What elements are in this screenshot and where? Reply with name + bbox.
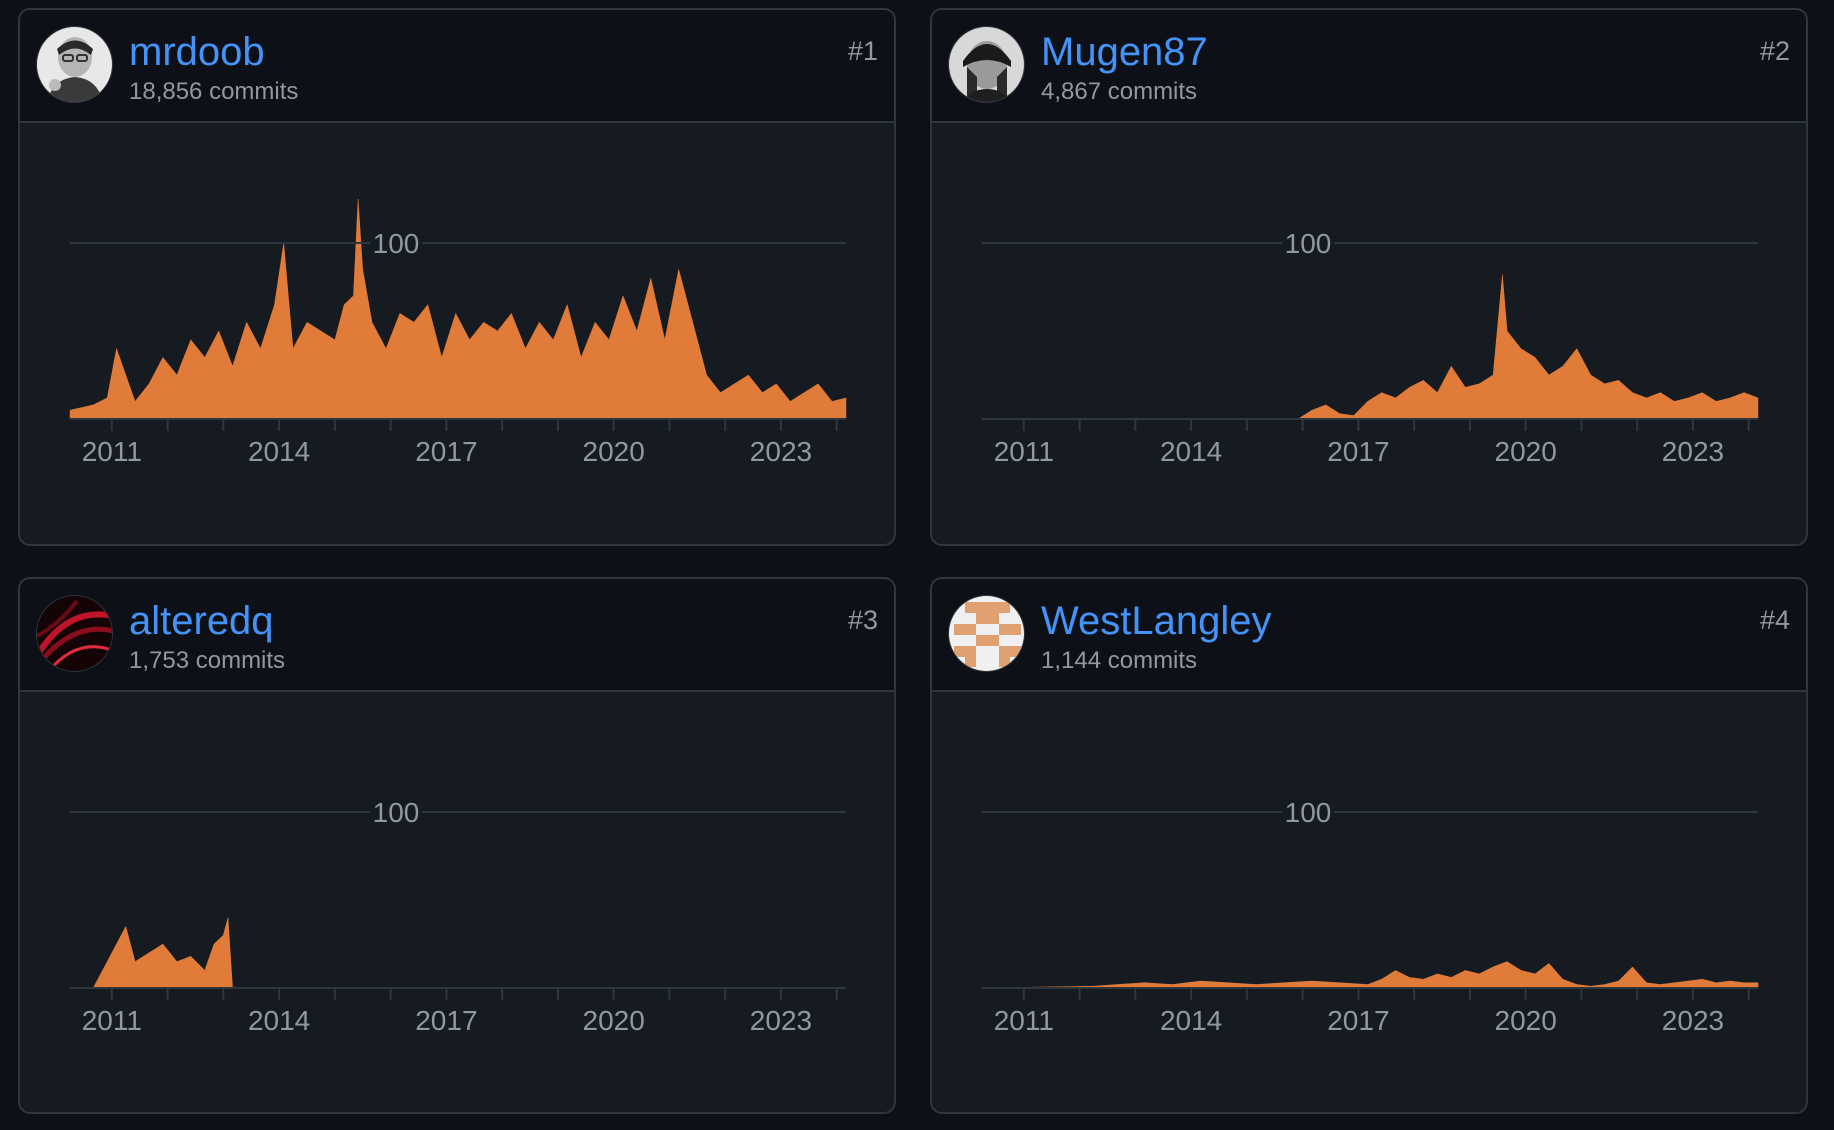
avatar-photo-man-beanie-icon [949,27,1024,102]
avatar[interactable] [36,26,113,103]
x-tick-label: 2011 [994,1005,1054,1036]
x-tick-label: 2017 [415,436,477,467]
commit-activity-chart: 100 2011 2014 2017 2020 2023 [981,796,1759,1036]
x-tick-label: 2017 [1327,1005,1389,1036]
username-link[interactable]: mrdoob [129,28,265,76]
x-tick-label: 2014 [1160,1005,1222,1036]
contributor-card: WestLangley 1,144 commits #4 100 2011 2014… [930,577,1808,1114]
commit-activity-chart: 100 2011 2014 2017 2020 2023 [70,796,846,1036]
x-tick-label: 2011 [994,436,1054,467]
commit-area-series [981,961,1759,989]
contributor-header: alteredq 1,753 commits #3 [20,579,894,692]
rank-label: #3 [847,605,878,635]
avatar-photo-man-glasses-icon [37,27,112,102]
x-tick-label: 2020 [583,1005,645,1036]
contributor-card: alteredq 1,753 commits #3 100 2011 2014 201… [18,577,896,1114]
avatar[interactable] [948,595,1025,672]
x-tick-label: 2023 [750,1005,812,1036]
contributor-header: Mugen87 4,867 commits #2 [932,10,1806,123]
rank-label: #1 [847,36,878,66]
avatar[interactable] [36,595,113,672]
x-tick-label: 2011 [82,436,142,467]
commit-count[interactable]: 1,753 commits [129,647,285,676]
y-tick-label: 100 [373,228,420,259]
contributor-header: mrdoob 18,856 commits #1 [20,10,894,123]
avatar[interactable] [948,26,1025,103]
rank-label: #4 [1759,605,1790,635]
commit-activity-chart: 100 2011 2014 2017 2020 2023 [69,198,847,467]
x-tick-label: 2020 [583,436,645,467]
x-tick-label: 2020 [1495,436,1557,467]
x-tick-label: 2014 [248,1005,310,1036]
x-tick-label: 2011 [82,1005,142,1036]
avatar-red-abstract-icon [37,596,112,671]
contributor-header: WestLangley 1,144 commits #4 [932,579,1806,692]
commit-area-series [982,274,1759,420]
contributor-card: mrdoob 18,856 commits #1 100 2011 2014 2017… [18,8,896,546]
x-tick-label: 2014 [1160,436,1222,467]
commit-area-series [69,198,847,420]
username-link[interactable]: WestLangley [1041,597,1272,645]
x-tick-label: 2023 [750,436,812,467]
y-tick-label: 100 [373,797,420,828]
x-tick-label: 2020 [1495,1005,1557,1036]
commit-count[interactable]: 18,856 commits [129,78,298,107]
avatar-identicon-orange-icon [949,596,1024,671]
x-tick-label: 2014 [248,436,310,467]
username-link[interactable]: alteredq [129,597,274,645]
y-tick-label: 100 [1285,797,1332,828]
y-tick-label: 100 [1285,228,1332,259]
username-link[interactable]: Mugen87 [1041,28,1208,76]
commit-activity-chart: 100 2011 2014 2017 2020 2023 [982,227,1759,467]
rank-label: #2 [1759,36,1790,66]
x-tick-label: 2023 [1662,436,1724,467]
commit-area-series [70,917,846,989]
commit-count[interactable]: 4,867 commits [1041,78,1197,107]
x-tick-label: 2017 [1327,436,1389,467]
x-tick-label: 2023 [1662,1005,1724,1036]
commit-count[interactable]: 1,144 commits [1041,647,1197,676]
x-tick-label: 2017 [415,1005,477,1036]
contributor-card: Mugen87 4,867 commits #2 100 2011 2014 2017… [930,8,1808,546]
